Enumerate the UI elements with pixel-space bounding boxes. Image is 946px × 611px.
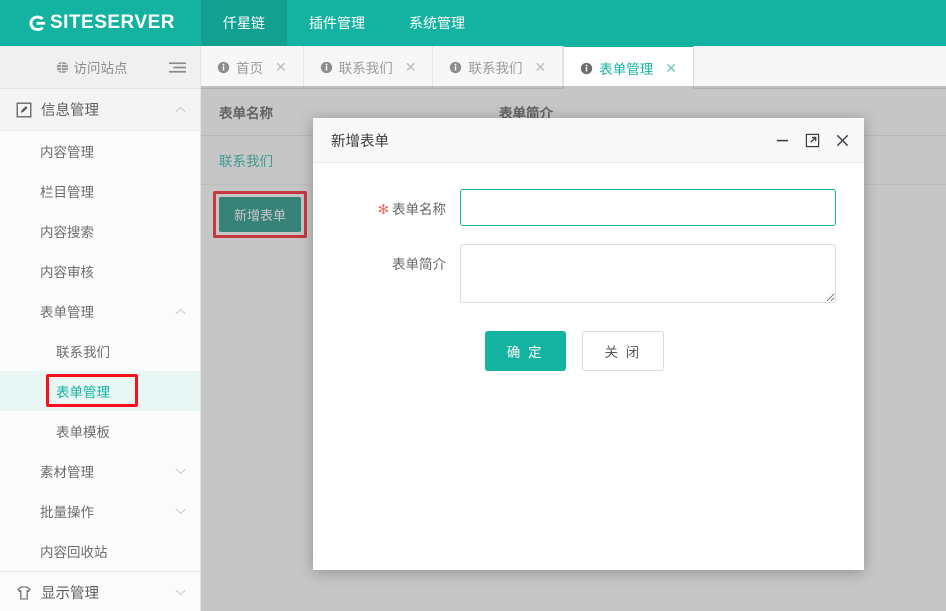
label-form-summary: 表单简介 xyxy=(313,244,460,273)
info-icon xyxy=(320,61,332,73)
tab-home[interactable]: 首页 ✕ xyxy=(201,46,304,88)
info-icon xyxy=(450,61,462,73)
label-form-name: ✻ 表单名称 xyxy=(313,189,460,218)
modal-header: 新增表单 xyxy=(313,118,864,163)
maximize-icon[interactable] xyxy=(805,133,820,148)
tshirt-icon xyxy=(17,585,31,600)
tab-contact-us-1[interactable]: 联系我们 ✕ xyxy=(303,46,434,88)
modal-title: 新增表单 xyxy=(331,133,389,150)
brand-name-label: SITESERVER xyxy=(49,12,176,33)
chevron-down-icon xyxy=(175,468,186,474)
sidebar-item-form-template[interactable]: 表单模板 xyxy=(0,411,200,451)
form-field-form-summary: 表单简介 xyxy=(313,244,836,303)
close-icon[interactable] xyxy=(835,133,850,148)
required-asterisk: ✻ xyxy=(377,202,389,217)
sidebar-item-label-batch-operations: 批量操作 xyxy=(40,505,94,520)
tab-label-contact-us-2: 联系我们 xyxy=(468,61,523,76)
topnav-label-1: 插件管理 xyxy=(309,15,365,31)
collapse-menu-icon[interactable] xyxy=(169,61,186,74)
sidebar-item-content-audit[interactable]: 内容审核 xyxy=(0,251,200,291)
sidebar-item-label-form-management: 表单管理 xyxy=(56,385,110,400)
close-button[interactable]: 关 闭 xyxy=(581,331,665,371)
topnav-label-2: 系统管理 xyxy=(409,15,465,31)
add-form-button[interactable]: 新增表单 xyxy=(219,197,302,232)
sidebar-section-display-management[interactable]: 显示管理 xyxy=(0,572,200,611)
sidebar-item-label-material-management: 素材管理 xyxy=(40,465,94,480)
sidebar-item-batch-operations[interactable]: 批量操作 xyxy=(0,491,200,531)
sidebar-section-info-label: 信息管理 xyxy=(41,103,99,119)
tab-label-home: 首页 xyxy=(236,61,263,76)
input-form-name[interactable] xyxy=(460,189,836,226)
tab-close-icon-contact-us-1[interactable]: ✕ xyxy=(405,60,417,74)
modal-body: ✻ 表单名称 表单简介 确 定 关 闭 xyxy=(313,163,864,570)
tab-label-form-management: 表单管理 xyxy=(599,62,654,77)
sidebar-item-content-recycle-bin[interactable]: 内容回收站 xyxy=(0,531,200,571)
tab-form-management[interactable]: 表单管理 ✕ xyxy=(563,46,694,89)
sidebar-item-label-content-recycle-bin: 内容回收站 xyxy=(40,545,108,560)
sidebar-item-material-management[interactable]: 素材管理 xyxy=(0,451,200,491)
modal-action-buttons: 确 定 关 闭 xyxy=(313,321,836,371)
top-brand-bar: SITESERVER 仟星链 插件管理 系统管理 xyxy=(0,0,946,46)
tab-close-icon-contact-us-2[interactable]: ✕ xyxy=(534,60,546,74)
visit-site-label-group: 访问站点 xyxy=(0,57,169,77)
chevron-down-icon xyxy=(175,508,186,514)
label-text-form-name: 表单名称 xyxy=(392,202,446,217)
sidebar-item-content-management[interactable]: 内容管理 xyxy=(0,131,200,171)
brand-logo[interactable]: SITESERVER xyxy=(0,0,201,46)
sidebar-item-form-management-group[interactable]: 表单管理 xyxy=(0,291,200,331)
tab-close-icon-form-management[interactable]: ✕ xyxy=(665,61,677,75)
info-icon xyxy=(581,62,593,74)
visit-site-text: 访问站点 xyxy=(73,61,128,76)
chevron-up-icon xyxy=(175,308,186,314)
top-navigation: 仟星链 插件管理 系统管理 xyxy=(201,0,487,46)
brand-logo-text: SITESERVER xyxy=(26,12,175,35)
sidebar-item-form-management[interactable]: 表单管理 xyxy=(0,371,200,411)
chevron-up-icon xyxy=(175,106,186,113)
tab-strip: 首页 ✕ 联系我们 ✕ 联系我们 ✕ 表单管理 ✕ xyxy=(201,46,946,89)
info-icon xyxy=(217,61,230,73)
sidebar-item-content-search[interactable]: 内容搜索 xyxy=(0,211,200,251)
sidebar-item-label-form-management-group: 表单管理 xyxy=(40,305,94,320)
sidebar-section-info-management[interactable]: 信息管理 xyxy=(0,89,200,131)
topnav-item-2[interactable]: 系统管理 xyxy=(387,0,487,46)
sidebar-item-channel-management[interactable]: 栏目管理 xyxy=(0,171,200,211)
tab-close-icon-home[interactable]: ✕ xyxy=(275,60,287,74)
form-field-form-name: ✻ 表单名称 xyxy=(313,189,836,226)
sidebar-section-display-label: 显示管理 xyxy=(41,586,99,602)
tab-contact-us-2[interactable]: 联系我们 ✕ xyxy=(433,46,564,88)
modal-window-controls xyxy=(775,133,850,148)
sidebar-item-label-content-search: 内容搜索 xyxy=(40,225,94,240)
edit-square-icon xyxy=(16,102,32,117)
confirm-button[interactable]: 确 定 xyxy=(484,331,566,371)
sidebar: 访问站点 信息管理 内容管理 栏目管理 内容搜索 内容审核 表单管理 联系我们 … xyxy=(0,46,201,611)
visit-site-bar[interactable]: 访问站点 xyxy=(0,46,200,89)
textarea-form-summary[interactable] xyxy=(460,244,836,303)
chevron-down-icon xyxy=(175,589,186,596)
topnav-item-1[interactable]: 插件管理 xyxy=(287,0,387,46)
sidebar-item-label-channel-management: 栏目管理 xyxy=(40,185,94,200)
label-text-form-summary: 表单简介 xyxy=(392,257,446,272)
sidebar-item-label-contact-us: 联系我们 xyxy=(56,345,110,360)
minimize-icon[interactable] xyxy=(775,133,790,148)
tab-label-contact-us-1: 联系我们 xyxy=(338,61,393,76)
sidebar-item-label-content-audit: 内容审核 xyxy=(40,265,94,280)
sidebar-item-label-content-management: 内容管理 xyxy=(40,145,94,160)
sidebar-item-contact-us[interactable]: 联系我们 xyxy=(0,331,200,371)
application-window: SITESERVER 仟星链 插件管理 系统管理 访问站点 信息管理 内容管理 … xyxy=(0,0,946,611)
sidebar-item-label-form-template: 表单模板 xyxy=(56,425,110,440)
globe-icon xyxy=(56,61,68,73)
topnav-item-0[interactable]: 仟星链 xyxy=(201,0,287,46)
add-form-modal: 新增表单 ✻ 表单名称 表单简介 确 定 关 闭 xyxy=(313,118,864,570)
add-form-button-wrapper: 新增表单 xyxy=(213,191,308,238)
siteserver-s-icon xyxy=(29,15,46,31)
topnav-label-0: 仟星链 xyxy=(223,15,265,31)
